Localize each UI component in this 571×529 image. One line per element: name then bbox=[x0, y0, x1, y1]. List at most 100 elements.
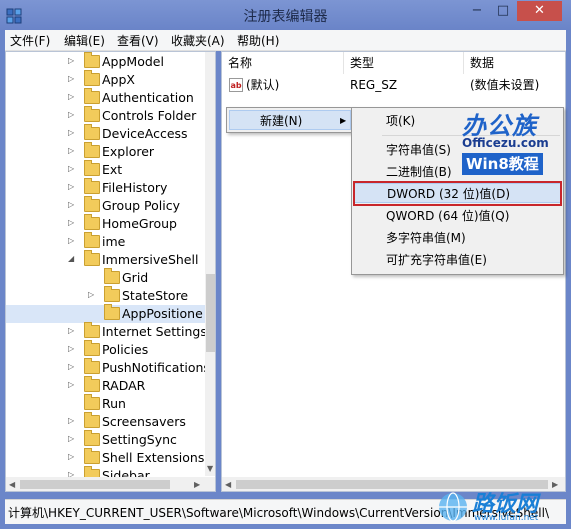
column-header-name[interactable]: 名称 bbox=[222, 52, 344, 74]
tree-item-label: StateStore bbox=[122, 288, 189, 303]
tree-item[interactable]: ▷ AppModel bbox=[6, 52, 205, 71]
menu-favorites[interactable]: 收藏夹(A) bbox=[171, 32, 225, 49]
expand-arrow-icon[interactable]: ▷ bbox=[68, 380, 76, 389]
folder-icon bbox=[84, 160, 100, 176]
tree-item-label: Authentication bbox=[102, 90, 194, 105]
scroll-right-icon[interactable]: ▶ bbox=[194, 480, 200, 489]
value-data: (数值未设置) bbox=[470, 78, 540, 92]
expand-arrow-icon[interactable]: ▷ bbox=[68, 452, 76, 461]
tree-item[interactable]: ▷ Explorer bbox=[6, 142, 205, 161]
globe-icon bbox=[439, 492, 467, 522]
tree-item[interactable]: ▷ HomeGroup bbox=[6, 214, 205, 233]
tree-item[interactable]: ▷ DeviceAccess bbox=[6, 124, 205, 143]
folder-icon bbox=[104, 304, 120, 320]
menu-help[interactable]: 帮助(H) bbox=[237, 32, 279, 49]
folder-icon bbox=[84, 340, 100, 356]
expand-arrow-icon[interactable]: ▷ bbox=[68, 434, 76, 443]
folder-icon bbox=[84, 358, 100, 374]
submenu-item-key[interactable]: 项(K) bbox=[386, 111, 415, 131]
scroll-down-icon[interactable]: ▼ bbox=[207, 464, 213, 473]
registry-editor-window: 注册表编辑器 − □ ✕ 文件(F) 编辑(E) 查看(V) 收藏夹(A) 帮助… bbox=[0, 0, 571, 529]
column-header-data[interactable]: 数据 bbox=[464, 52, 565, 74]
tree-item-label: ime bbox=[102, 234, 126, 249]
expand-arrow-icon[interactable]: ▷ bbox=[68, 344, 76, 353]
expand-arrow-icon[interactable]: ▷ bbox=[68, 92, 76, 101]
expand-arrow-icon[interactable]: ▷ bbox=[68, 200, 76, 209]
scroll-left-icon[interactable]: ◀ bbox=[9, 480, 15, 489]
expand-arrow-icon[interactable]: ▷ bbox=[68, 56, 76, 65]
expand-arrow-icon[interactable]: ▷ bbox=[68, 218, 76, 227]
watermark-bottom-url: www.lufan.net bbox=[474, 513, 539, 523]
tree-vertical-scroll-thumb[interactable] bbox=[206, 274, 215, 352]
folder-icon bbox=[84, 412, 100, 428]
maximize-button[interactable]: □ bbox=[490, 1, 516, 21]
value-name[interactable]: (默认) bbox=[246, 76, 279, 94]
menu-item-new[interactable]: 新建(N) ▶ bbox=[229, 110, 351, 130]
tree-item[interactable]: ▷ SettingSync bbox=[6, 430, 205, 449]
tree-item[interactable]: AppPositione bbox=[6, 304, 205, 323]
menu-file[interactable]: 文件(F) bbox=[10, 32, 50, 49]
folder-icon bbox=[84, 196, 100, 212]
expand-arrow-icon[interactable]: ▷ bbox=[88, 290, 96, 299]
tree-item[interactable]: ▷ Screensavers bbox=[6, 412, 205, 431]
submenu-item-qword-value[interactable]: QWORD (64 位)值(Q) bbox=[386, 206, 509, 226]
submenu-item-multi-string-value[interactable]: 多字符串值(M) bbox=[386, 228, 466, 248]
menu-view[interactable]: 查看(V) bbox=[117, 32, 159, 49]
lufan-watermark: 路饭网 www.lufan.net bbox=[436, 486, 571, 529]
folder-icon bbox=[84, 88, 100, 104]
watermark-url: Officezu.com bbox=[462, 136, 549, 150]
collapse-arrow-icon[interactable]: ◢ bbox=[68, 254, 76, 263]
watermark-tag: Win8教程 bbox=[462, 153, 543, 175]
folder-icon bbox=[84, 394, 100, 410]
expand-arrow-icon[interactable]: ▷ bbox=[68, 146, 76, 155]
expand-arrow-icon[interactable]: ▷ bbox=[68, 236, 76, 245]
tree-item[interactable]: ▷ Internet Settings bbox=[6, 322, 207, 341]
tree-item[interactable]: ▷ Shell Extensions bbox=[6, 448, 205, 467]
tree-item[interactable]: ▷ AppX bbox=[6, 70, 205, 89]
tree-item[interactable]: Grid bbox=[6, 268, 205, 287]
close-button[interactable]: ✕ bbox=[517, 1, 562, 21]
tree-item[interactable]: Run bbox=[6, 394, 205, 413]
expand-arrow-icon[interactable]: ▷ bbox=[68, 362, 76, 371]
folder-icon bbox=[104, 286, 120, 302]
folder-icon bbox=[104, 268, 120, 284]
expand-arrow-icon[interactable]: ▷ bbox=[68, 164, 76, 173]
scroll-left-icon[interactable]: ◀ bbox=[225, 480, 231, 489]
tree-item[interactable]: ◢ ImmersiveShell bbox=[6, 250, 205, 269]
tree-item-label: Internet Settings bbox=[102, 324, 207, 339]
expand-arrow-icon[interactable]: ▷ bbox=[68, 182, 76, 191]
submenu-item-binary-value[interactable]: 二进制值(B) bbox=[386, 162, 452, 182]
folder-icon bbox=[84, 142, 100, 158]
expand-arrow-icon[interactable]: ▷ bbox=[68, 74, 76, 83]
folder-icon bbox=[84, 178, 100, 194]
tree-item-label: HomeGroup bbox=[102, 216, 177, 231]
tree-item[interactable]: ▷ Policies bbox=[6, 340, 205, 359]
minimize-button[interactable]: − bbox=[464, 1, 490, 21]
tree-horizontal-scroll-thumb[interactable] bbox=[20, 480, 170, 489]
tree-vertical-scrollbar[interactable] bbox=[205, 52, 215, 476]
officezu-watermark: 办公族 Officezu.com Win8教程 bbox=[462, 106, 558, 182]
tree-item[interactable]: ▷ StateStore bbox=[6, 286, 205, 305]
tree-item-label: Controls Folder bbox=[102, 108, 197, 123]
submenu-item-string-value[interactable]: 字符串值(S) bbox=[386, 140, 451, 160]
column-header-type[interactable]: 类型 bbox=[344, 52, 464, 74]
tree-item[interactable]: ▷ Controls Folder bbox=[6, 106, 205, 125]
folder-icon bbox=[84, 52, 100, 68]
tree-item[interactable]: ▷ FileHistory bbox=[6, 178, 205, 197]
tree-item[interactable]: ▷ Authentication bbox=[6, 88, 205, 107]
expand-arrow-icon[interactable]: ▷ bbox=[68, 110, 76, 119]
folder-icon bbox=[84, 214, 100, 230]
tree-item[interactable]: ▷ RADAR bbox=[6, 376, 205, 395]
tree-item[interactable]: ▷ Ext bbox=[6, 160, 205, 179]
expand-arrow-icon[interactable]: ▷ bbox=[68, 326, 76, 335]
expand-arrow-icon[interactable]: ▷ bbox=[68, 128, 76, 137]
folder-icon bbox=[84, 430, 100, 446]
expand-arrow-icon[interactable]: ▷ bbox=[68, 416, 76, 425]
menu-edit[interactable]: 编辑(E) bbox=[64, 32, 105, 49]
submenu-item-expandable-string-value[interactable]: 可扩充字符串值(E) bbox=[386, 250, 487, 270]
tree-item[interactable]: ▷ ime bbox=[6, 232, 205, 251]
title-bar[interactable]: 注册表编辑器 − □ ✕ bbox=[0, 0, 571, 30]
tree-item[interactable]: ▷ PushNotifications bbox=[6, 358, 210, 377]
registry-tree[interactable]: ▷ AppModel ▷ AppX ▷ Authentication ▷ Controls F… bbox=[5, 51, 216, 492]
tree-item[interactable]: ▷ Group Policy bbox=[6, 196, 205, 215]
